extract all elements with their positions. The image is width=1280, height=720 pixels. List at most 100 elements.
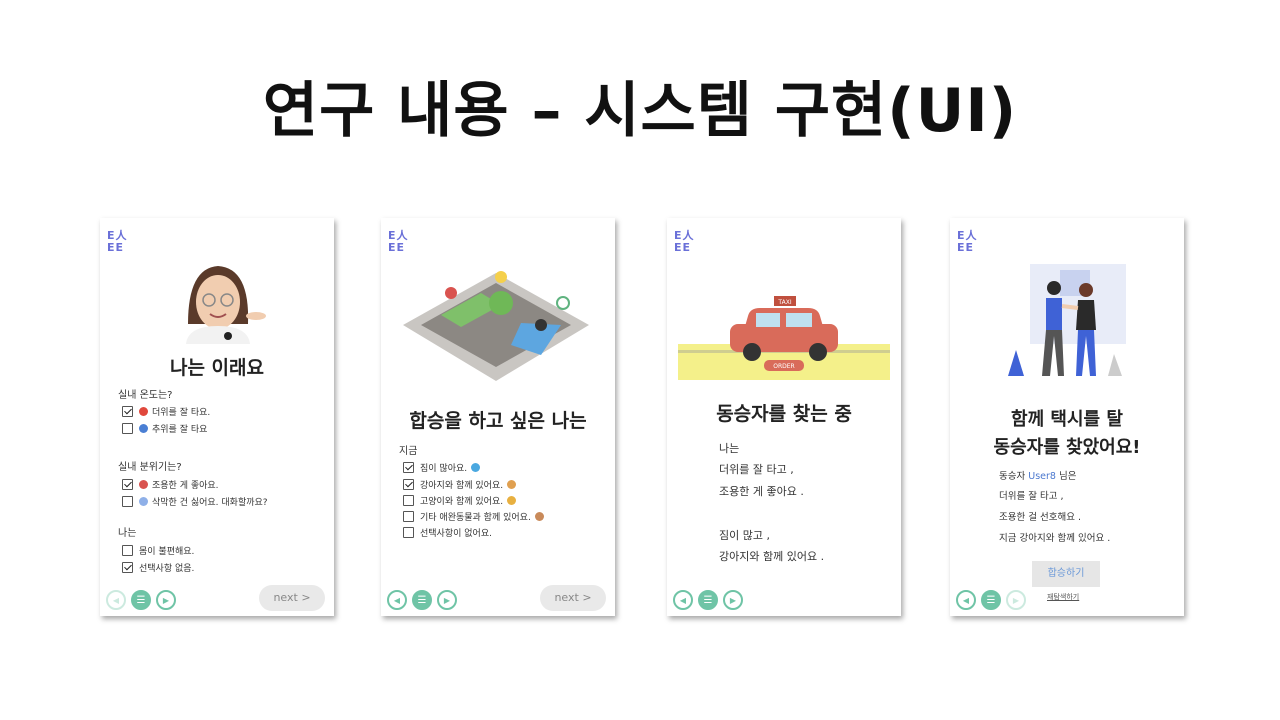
option-label: 조용한 게 좋아요. [152,481,219,491]
option-label: 선택사항이 없어요. [420,529,492,539]
next-button[interactable]: next > [540,585,606,611]
forward-button[interactable]: ▶ [437,590,457,610]
summary-line-5: 강아지와 함께 있어요 . [719,550,825,563]
checkbox-disabled[interactable] [122,545,133,556]
logo-line-2: EE [388,241,406,254]
cat-icon [507,496,517,505]
apply-rideshare-button[interactable]: 합승하기 [1032,561,1100,587]
option-hot[interactable]: 더위를 잘 타요. [122,405,210,418]
preference-card: E人 EE 합승을 하고 싶은 나는 지금 짐이 많아요. 강아지와 함께 있어… [381,218,615,616]
summary-line-4: 짐이 많고 , [719,529,770,542]
checkbox-luggage[interactable] [403,462,414,473]
question-temperature: 실내 온도는? [118,390,173,401]
option-other-pets[interactable]: 기타 애완동물과 함께 있어요. [403,510,548,523]
nav-bar: ◀ ☰ ▶ [387,590,457,610]
summary-line-2: 더위를 잘 타고 , [719,463,794,476]
forward-button[interactable]: ▶ [723,590,743,610]
hot-face-icon [139,407,148,416]
menu-button[interactable]: ☰ [698,590,718,610]
question-now: 지금 [399,446,418,457]
checkbox-hot[interactable] [122,406,133,417]
pets-icon [534,512,544,521]
prev-button[interactable]: ◀ [673,590,693,610]
taxi-illustration: TAXI ORDER [678,296,890,380]
logo-line-2: EE [674,241,692,254]
card-heading: 동승자를 찾는 중 [716,403,852,425]
searching-card: E人 EE TAXI ORDER 동승자를 찾는 중 나는 더위를 잘 타고 ,… [667,218,901,616]
option-cold[interactable]: 추위를 잘 타요 [122,422,207,435]
menu-button[interactable]: ☰ [412,590,432,610]
luggage-icon [471,463,481,472]
profile-card: E人 EE 나는 이래요 실내 온도는? 더위를 잘 타요. 추위를 잘 타요 … [100,218,334,616]
rescan-link[interactable]: 재탐색하기 [1047,592,1079,602]
slide-title: 연구 내용 – 시스템 구현(UI) [262,76,1018,146]
mute-icon [139,480,148,489]
app-logo: E人 EE [388,230,410,254]
question-me: 나는 [118,528,137,539]
option-no-selection[interactable]: 선택사항이 없어요. [403,526,492,539]
checkbox-no-selection[interactable] [403,527,414,538]
card-heading-line-2: 동승자를 찾았어요! [993,437,1141,458]
logo-line-2: EE [107,241,125,254]
card-heading: 합승을 하고 싶은 나는 [409,410,587,432]
option-luggage[interactable]: 짐이 많아요. [403,461,484,474]
intro-suffix: 님은 [1055,471,1077,482]
match-line-2: 조용한 걸 선호해요 . [999,512,1081,523]
speaker-icon [139,497,148,506]
handshake-illustration [1008,264,1126,376]
option-none[interactable]: 선택사항 없음. [122,561,194,574]
checkbox-none[interactable] [122,562,133,573]
checkbox-chat[interactable] [122,496,133,507]
prev-button[interactable]: ◀ [387,590,407,610]
menu-button[interactable]: ☰ [131,590,151,610]
match-intro: 동승자 User8 님은 [999,468,1076,482]
option-label: 몸이 불편해요. [139,547,195,557]
option-cat[interactable]: 고양이와 함께 있어요. [403,494,520,507]
option-label: 고양이와 함께 있어요. [420,497,504,507]
option-label: 삭막한 건 싫어요. 대화할까요? [152,498,268,508]
nav-bar: ◀ ☰ ▶ [106,590,176,610]
option-quiet[interactable]: 조용한 게 좋아요. [122,478,219,491]
dog-icon [507,480,517,489]
logo-line-2: EE [957,241,975,254]
option-label: 짐이 많아요. [420,464,468,474]
taxi-sign: TAXI [777,299,791,306]
next-button[interactable]: next > [259,585,325,611]
checkbox-cat[interactable] [403,495,414,506]
prev-button[interactable]: ◀ [956,590,976,610]
order-badge: ORDER [773,363,794,370]
cold-face-icon [139,424,148,433]
summary-line-3: 조용한 게 좋아요 . [719,485,804,498]
match-line-3: 지금 강아지와 함께 있어요 . [999,533,1111,544]
app-logo: E人 EE [957,230,979,254]
summary-line-1: 나는 [719,442,740,455]
checkbox-dog[interactable] [403,479,414,490]
checkbox-other-pets[interactable] [403,511,414,522]
card-heading: 나는 이래요 [169,357,264,379]
checkbox-quiet[interactable] [122,479,133,490]
option-label: 추위를 잘 타요 [152,425,208,435]
app-logo: E人 EE [674,230,696,254]
option-label: 강아지와 함께 있어요. [420,481,504,491]
app-logo: E人 EE [107,230,129,254]
avatar-illustration [186,266,266,344]
forward-button[interactable]: ▶ [1006,590,1026,610]
option-chat[interactable]: 삭막한 건 싫어요. 대화할까요? [122,495,268,508]
option-disabled[interactable]: 몸이 불편해요. [122,544,194,557]
forward-button[interactable]: ▶ [156,590,176,610]
option-label: 선택사항 없음. [139,564,195,574]
checkbox-cold[interactable] [122,423,133,434]
nav-bar: ◀ ☰ ▶ [673,590,743,610]
nav-bar: ◀ ☰ ▶ [956,590,1026,610]
question-atmosphere: 실내 분위기는? [118,462,182,473]
intro-prefix: 동승자 [999,471,1029,482]
match-found-card: E人 EE 함께 택시를 탈 동승자를 찾았어요! 동승자 User8 님은 더… [950,218,1184,616]
matched-user-name: User8 [1028,471,1056,482]
card-heading-line-1: 함께 택시를 탈 [1011,409,1123,430]
menu-button[interactable]: ☰ [981,590,1001,610]
match-line-1: 더위를 잘 타고 , [999,491,1064,502]
option-dog[interactable]: 강아지와 함께 있어요. [403,478,520,491]
prev-button[interactable]: ◀ [106,590,126,610]
map-illustration [403,271,589,381]
option-label: 더위를 잘 타요. [152,408,211,418]
